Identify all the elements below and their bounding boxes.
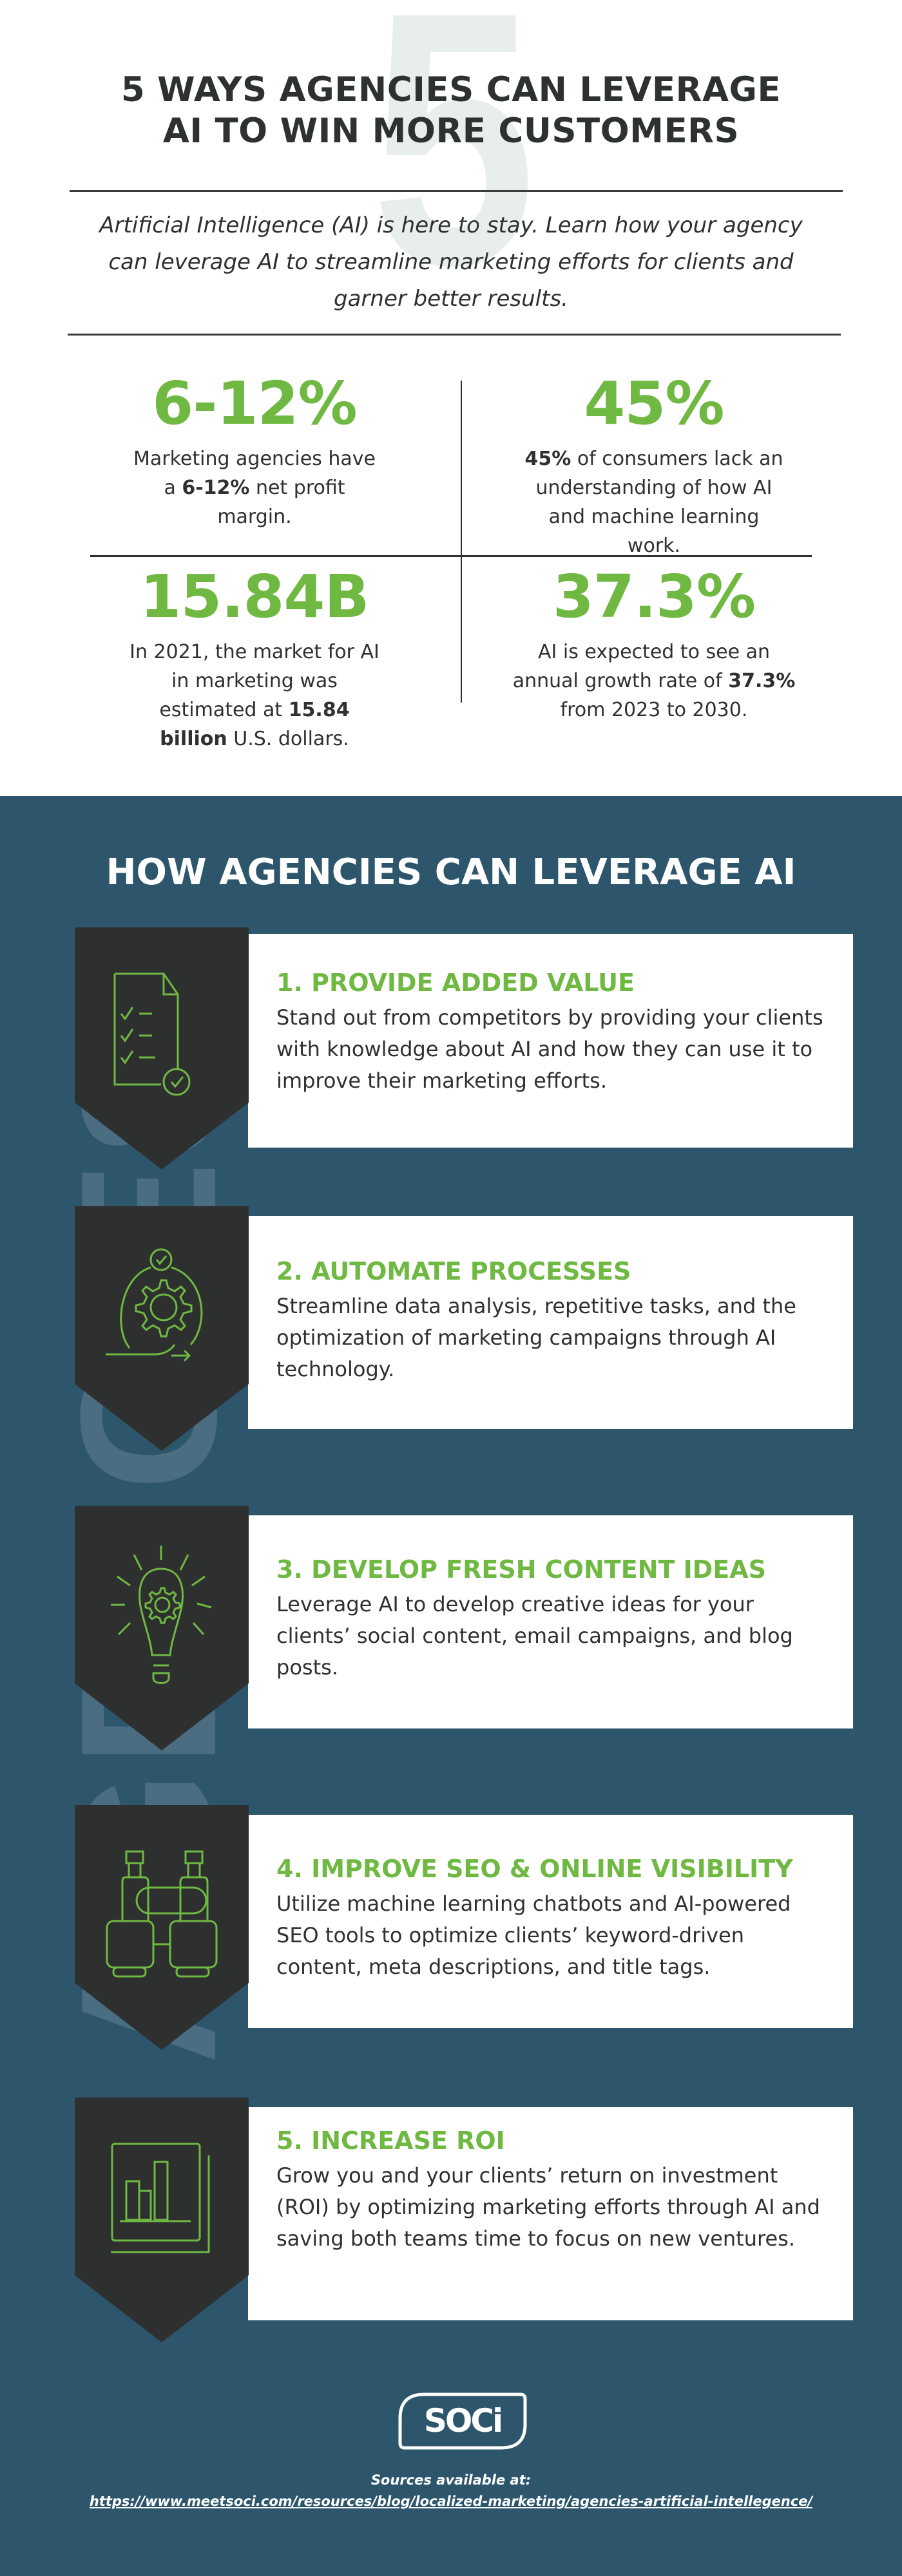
stat-description: AI is expected to see an annual growth r… xyxy=(486,638,821,724)
card-text: Utilize machine learning chatbots and AI… xyxy=(276,1891,791,1979)
stat-highlight: 6-12% xyxy=(182,477,250,499)
card-title: 2. AUTOMATE PROCESSES xyxy=(276,1257,631,1285)
icon-badge xyxy=(75,1506,249,1750)
logo-text: SOCi xyxy=(423,2402,503,2439)
stat-highlight: 45% xyxy=(524,448,571,470)
title-line-1: 5 WAYS AGENCIES CAN LEVERAGE xyxy=(120,70,782,109)
strategy-card-3: 3. DEVELOP FRESH CONTENT IDEAS Leverage … xyxy=(248,1515,853,1728)
stat-description: 45% of consumers lack an understanding o… xyxy=(486,444,821,560)
card-title: 5. INCREASE ROI xyxy=(276,2126,505,2155)
stat-value: 15.84B xyxy=(140,562,369,631)
card-title: 1. PROVIDE ADDED VALUE xyxy=(276,969,635,997)
sources-label: Sources available at: xyxy=(370,2472,532,2488)
stat-growth-rate: 37.3% AI is expected to see an annual gr… xyxy=(486,562,821,724)
stat-text: from 2023 to 2030. xyxy=(560,699,748,721)
intro-section: 5 5 WAYS AGENCIES CAN LEVERAGE AI TO WIN… xyxy=(0,0,902,796)
divider-top xyxy=(70,190,843,192)
stat-market-size: 15.84B In 2021, the market for AI in mar… xyxy=(87,562,422,753)
strategy-card-2: 2. AUTOMATE PROCESSES Streamline data an… xyxy=(248,1216,853,1429)
card-text: Leverage AI to develop creative ideas fo… xyxy=(276,1592,793,1680)
icon-badge xyxy=(75,1805,249,2050)
card-title: 3. DEVELOP FRESH CONTENT IDEAS xyxy=(276,1555,767,1584)
strategies-section: AGENCIES HOW AGENCIES CAN LEVERAGE AI 1.… xyxy=(0,796,902,2576)
icon-badge xyxy=(75,2098,249,2342)
stat-highlight: 37.3% xyxy=(728,670,796,692)
stats-vertical-divider xyxy=(461,381,462,703)
divider-bottom xyxy=(68,334,841,336)
strategy-card-1: 1. PROVIDE ADDED VALUE Stand out from co… xyxy=(248,934,853,1148)
stat-description: In 2021, the market for AI in marketing … xyxy=(87,638,422,753)
sources-link[interactable]: https://www.meetsoci.com/resources/blog/… xyxy=(0,2492,902,2511)
stat-text: of consumers lack an understanding of ho… xyxy=(535,448,783,557)
stat-value: 37.3% xyxy=(552,562,756,631)
card-text: Grow you and your clients’ return on inv… xyxy=(276,2163,820,2251)
title-line-2: AI TO WIN MORE CUSTOMERS xyxy=(162,111,740,151)
stat-profit-margin: 6-12% Marketing agencies have a 6-12% ne… xyxy=(87,368,422,531)
stat-value: 45% xyxy=(584,369,724,438)
section-title: HOW AGENCIES CAN LEVERAGE AI xyxy=(106,851,796,893)
card-title: 4. IMPROVE SEO & ONLINE VISIBILITY xyxy=(276,1855,793,1883)
intro-text: Artificial Intelligence (AI) is here to … xyxy=(99,213,803,312)
icon-badge xyxy=(75,1206,249,1451)
strategy-card-5: 5. INCREASE ROI Grow you and your client… xyxy=(248,2107,853,2320)
stat-text: U.S. dollars. xyxy=(227,728,349,750)
stat-consumer-understanding: 45% 45% of consumers lack an understandi… xyxy=(486,368,821,560)
icon-badge xyxy=(75,927,249,1170)
card-text: Stand out from competitors by providing … xyxy=(276,1005,823,1093)
stat-description: Marketing agencies have a 6-12% net prof… xyxy=(87,444,422,531)
stat-value: 6-12% xyxy=(152,369,357,438)
soci-logo: SOCi xyxy=(398,2392,527,2450)
page-title: 5 WAYS AGENCIES CAN LEVERAGE AI TO WIN M… xyxy=(0,70,902,152)
strategy-card-4: 4. IMPROVE SEO & ONLINE VISIBILITY Utili… xyxy=(248,1815,853,2028)
card-text: Streamline data analysis, repetitive tas… xyxy=(276,1294,796,1381)
